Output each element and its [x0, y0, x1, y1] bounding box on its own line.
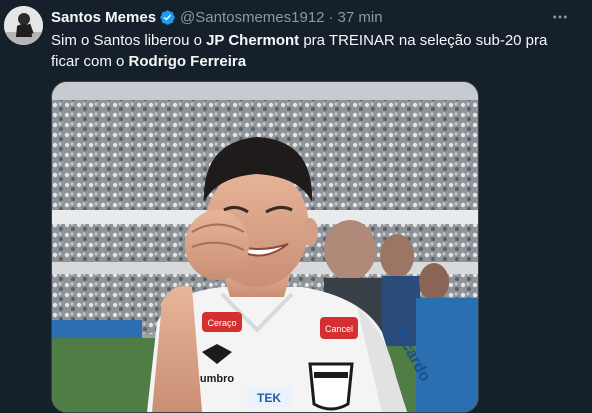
player-celebration-photo: Ceraço Cancel umbro Ricardo TEK [52, 82, 478, 412]
author-handle[interactable]: @Santosmemes1912 [180, 9, 324, 26]
tweet-photo[interactable]: Ceraço Cancel umbro Ricardo TEK [51, 81, 479, 413]
author-avatar[interactable] [4, 6, 43, 45]
tweet-text-part: Sim o Santos liberou o [51, 32, 207, 49]
avatar-image [4, 6, 43, 45]
sponsor-left-text: Ceraço [207, 318, 236, 328]
tweet-text: Sim o Santos liberou o JP Chermont pra T… [51, 30, 571, 72]
author-name[interactable]: Santos Memes [51, 9, 156, 26]
chest-sponsor-text: TEK [257, 391, 281, 405]
more-options-icon[interactable] [547, 8, 573, 26]
verified-badge-icon [159, 9, 176, 26]
mention-rodrigo-ferreira: Rodrigo Ferreira [128, 53, 247, 70]
tweet-timestamp[interactable]: 37 min [338, 9, 383, 26]
separator-dot: · [328, 8, 334, 26]
sponsor-right-text: Cancel [325, 324, 353, 334]
tweet-header: Santos Memes @Santosmemes1912 · 37 min [51, 8, 383, 26]
brand-text: umbro [200, 373, 235, 385]
mention-jp-chermont: JP Chermont [206, 32, 300, 49]
